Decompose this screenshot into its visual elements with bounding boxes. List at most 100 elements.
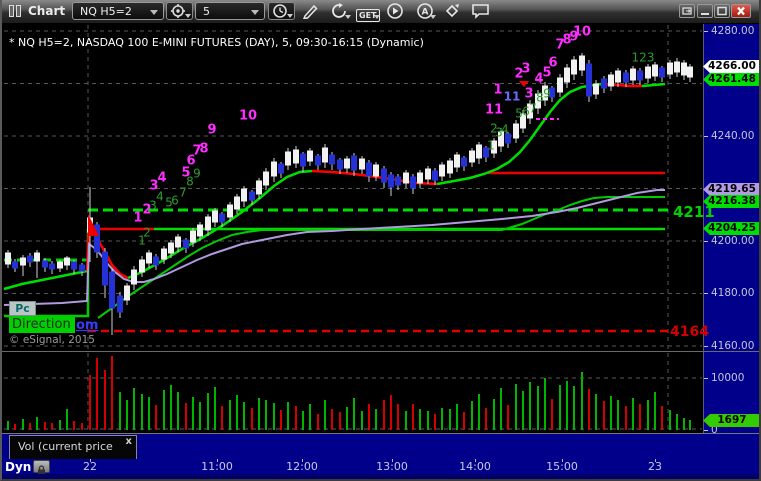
- close-button[interactable]: [731, 4, 751, 18]
- lock-button[interactable]: [33, 460, 50, 475]
- time-tick-label: 12:00: [286, 460, 318, 473]
- candle-body: [432, 170, 438, 181]
- candle-body: [5, 252, 11, 265]
- minimize-button[interactable]: [697, 4, 713, 18]
- direction-indicator-label: Direction: [9, 317, 75, 333]
- candle-body: [175, 236, 181, 248]
- count-annotation: 4: [156, 190, 164, 204]
- panel-divider[interactable]: [2, 351, 759, 352]
- candle-body: [645, 66, 651, 79]
- time-settings-button[interactable]: [268, 2, 295, 20]
- candle-body: [687, 66, 693, 78]
- axis-price-label: 4280.00: [711, 25, 755, 37]
- candle-body: [469, 150, 475, 163]
- axis-price-label: 4240.00: [711, 130, 755, 142]
- candle-body: [608, 74, 614, 87]
- chart-canvas[interactable]: 1234 56789101234 56789111234567891011 35 6 78…: [2, 24, 703, 433]
- get-data-button[interactable]: GET: [356, 3, 380, 22]
- chevron-down-icon: [374, 15, 380, 19]
- candle-body: [12, 261, 18, 269]
- count-annotation: 9: [193, 167, 201, 181]
- candle-body: [388, 174, 394, 188]
- chart-window-icon: [9, 5, 23, 17]
- symbol-settings-button[interactable]: [166, 2, 193, 20]
- count-annotation: 9: [207, 123, 216, 138]
- maximize-button[interactable]: [714, 4, 730, 18]
- svg-text:A: A: [422, 8, 429, 18]
- count-annotation: 3: [521, 62, 530, 77]
- candle-body: [395, 176, 401, 186]
- reload-data-button[interactable]: [331, 3, 351, 19]
- dynamic-mode-label: Dyn: [5, 460, 32, 474]
- candle-body: [168, 242, 174, 254]
- comment-button[interactable]: [471, 3, 489, 19]
- axis-tick: [704, 241, 708, 242]
- candle-body: [183, 239, 189, 249]
- symbol-combo[interactable]: NQ H5=2: [72, 2, 164, 20]
- candle-body: [461, 157, 467, 167]
- candle-body: [102, 251, 108, 286]
- chevron-down-icon[interactable]: [251, 10, 259, 15]
- candle-body: [161, 248, 167, 260]
- candle-body: [579, 55, 585, 71]
- candle-body: [351, 155, 357, 171]
- candle-body: [64, 257, 70, 266]
- title-bar: Chart NQ H5=2 5 GET A: [2, 0, 759, 24]
- count-annotation: 2: [143, 226, 151, 240]
- maximize-icon: [717, 6, 727, 16]
- chevron-down-icon[interactable]: [150, 10, 158, 15]
- candle-body: [227, 204, 233, 218]
- interval-combo[interactable]: 5: [195, 2, 265, 20]
- candle-body: [454, 154, 460, 168]
- axis-tick: [704, 293, 708, 294]
- window-bottom-strip: [2, 474, 759, 479]
- candle-body: [190, 230, 196, 243]
- auto-analysis-button[interactable]: A: [416, 3, 436, 19]
- count-annotation: 11: [504, 90, 521, 104]
- candle-body: [630, 68, 636, 81]
- candle-body: [403, 172, 409, 184]
- pc-study-label: Pc: [9, 301, 36, 316]
- fast-ema-g4: [641, 82, 666, 88]
- time-tick-label: 22: [83, 460, 97, 473]
- marker-tool-button[interactable]: [444, 3, 462, 19]
- chevron-down-icon: [287, 14, 293, 18]
- count-annotation: 6: [171, 194, 179, 208]
- draw-tool-button[interactable]: [301, 3, 319, 20]
- minimize-icon: [701, 13, 709, 15]
- candle-body: [571, 59, 577, 75]
- time-tick-label: 13:00: [376, 460, 408, 473]
- candle-body: [249, 191, 255, 201]
- candle-body: [674, 61, 680, 73]
- dock-window-button[interactable]: [679, 4, 695, 18]
- axis-tick: [704, 378, 708, 379]
- candle-body: [322, 147, 328, 163]
- candle-body: [410, 176, 416, 189]
- count-annotation: 4: [157, 171, 166, 186]
- candle-body: [293, 149, 299, 164]
- medium-ma-4216: [97, 196, 665, 319]
- candle-body: [329, 154, 335, 165]
- candle-body: [139, 259, 145, 273]
- candle-body: [71, 261, 77, 270]
- candle-body: [637, 70, 643, 81]
- level-label-4164: 4164: [670, 324, 709, 340]
- candle-body: [564, 67, 570, 83]
- candle-body: [601, 78, 607, 89]
- time-axis[interactable]: Dyn 22 11:00 12:00 13:00 14:00 15:00 23: [2, 459, 759, 475]
- tab-volume-study[interactable]: Vol (current price bar) x: [9, 435, 137, 475]
- count-annotation: 6: [548, 56, 557, 71]
- price-badge: 4216.38: [703, 195, 759, 208]
- play-button[interactable]: [386, 3, 404, 19]
- candle-body: [513, 123, 519, 139]
- candle-body: [34, 252, 40, 262]
- price-chart-area[interactable]: 1 2 3 4 5 6 7 8 9 10 1 2 3 4 5 6 7 8 9 1 11 2 3 4 5 6 7 8 9 10 11 3 5 6 7 8…: [2, 24, 703, 433]
- study-tab-bar: Vol (current price bar) x: [2, 433, 759, 475]
- candle-body: [344, 158, 350, 169]
- time-tick-label: 23: [648, 460, 662, 473]
- candle-body: [49, 263, 55, 270]
- time-tick-label: 14:00: [459, 460, 491, 473]
- close-icon[interactable]: x: [126, 437, 132, 447]
- count-annotation: 10: [239, 109, 257, 124]
- candle-body: [256, 180, 262, 195]
